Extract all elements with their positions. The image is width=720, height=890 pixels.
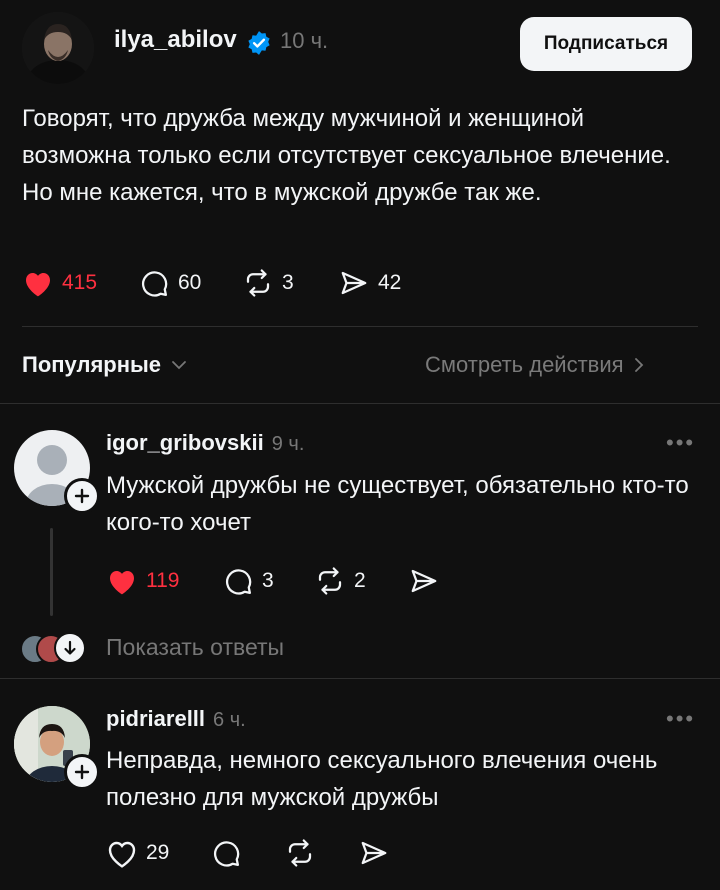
post-text: Говорят, что дружба между мужчиной и жен… <box>22 105 671 206</box>
comment-like-count: 29 <box>146 841 170 864</box>
show-replies-link[interactable]: Показать ответы <box>106 634 284 661</box>
divider <box>0 678 720 679</box>
post-repost-count: 3 <box>282 271 294 294</box>
post-comment-count: 60 <box>178 271 202 294</box>
expand-replies-button[interactable] <box>54 632 86 664</box>
divider <box>0 403 720 404</box>
verified-badge-icon <box>248 31 270 55</box>
comment-icon <box>141 271 168 297</box>
comment-username[interactable]: igor_gribovskii <box>106 430 264 456</box>
more-icon[interactable]: ••• <box>666 430 695 456</box>
chevron-down-icon <box>172 361 186 370</box>
comment-share-button[interactable] <box>358 838 390 868</box>
post-repost-button[interactable]: 3 <box>242 268 294 298</box>
post-like-count: 415 <box>62 271 98 294</box>
thread-line <box>50 528 53 616</box>
post-comment-button[interactable]: 60 <box>138 268 201 298</box>
divider <box>22 326 698 327</box>
comment-like-count: 119 <box>146 569 180 592</box>
comment-like-button[interactable]: 29 <box>106 838 169 868</box>
more-icon[interactable]: ••• <box>666 706 695 732</box>
post-like-button[interactable]: 415 <box>22 268 97 298</box>
comment-text: Мужской дружбы не существует, обязательн… <box>106 472 689 536</box>
view-activity-link[interactable]: Смотреть действия <box>425 352 644 378</box>
repost-icon <box>318 567 342 595</box>
post-time: 10 ч. <box>280 28 329 53</box>
comment-reply-button[interactable] <box>210 838 242 868</box>
comment-like-button[interactable]: 119 <box>106 566 179 596</box>
post-share-button[interactable]: 42 <box>338 268 401 298</box>
reply-avatars[interactable] <box>20 632 86 664</box>
sort-label: Популярные <box>22 352 162 377</box>
share-icon <box>361 841 387 865</box>
follow-plus-button[interactable] <box>64 754 100 790</box>
arrow-down-icon <box>64 640 76 655</box>
comment-repost-button[interactable]: 2 <box>314 566 366 596</box>
comment-time: 9 ч. <box>271 433 305 455</box>
comment-header: igor_gribovskii 9 ч. <box>106 430 304 456</box>
comment-icon <box>213 841 240 867</box>
view-activity-label: Смотреть действия <box>425 352 624 377</box>
share-icon <box>341 271 367 295</box>
post-author-avatar[interactable] <box>22 12 94 84</box>
repost-icon <box>288 839 312 867</box>
chevron-right-icon <box>634 358 643 372</box>
comment-share-button[interactable] <box>408 566 440 596</box>
comment-repost-button[interactable] <box>284 838 316 868</box>
comment-time: 6 ч. <box>213 709 246 731</box>
comment-header: pidriarelll 6 ч. <box>106 706 246 732</box>
plus-icon <box>74 488 90 504</box>
follow-button[interactable]: Подписаться <box>520 17 692 71</box>
share-icon <box>411 569 437 593</box>
comment-icon <box>225 569 252 595</box>
comment-username[interactable]: pidriarelll <box>106 706 205 732</box>
comment-repost-count: 2 <box>354 569 366 592</box>
post-username[interactable]: ilya_abilov <box>114 26 237 54</box>
heart-icon <box>26 273 50 297</box>
comment-reply-button[interactable]: 3 <box>222 566 274 596</box>
post-share-count: 42 <box>378 271 402 294</box>
avatar-photo <box>22 12 94 84</box>
comment-text: Неправда, немного сексуального влечения … <box>106 747 658 811</box>
plus-icon <box>74 764 90 780</box>
repost-icon <box>246 269 270 297</box>
heart-icon <box>108 841 136 868</box>
heart-icon <box>110 571 134 595</box>
comment-reply-count: 3 <box>262 569 274 592</box>
sort-dropdown[interactable]: Популярные <box>22 352 187 378</box>
follow-plus-button[interactable] <box>64 478 100 514</box>
